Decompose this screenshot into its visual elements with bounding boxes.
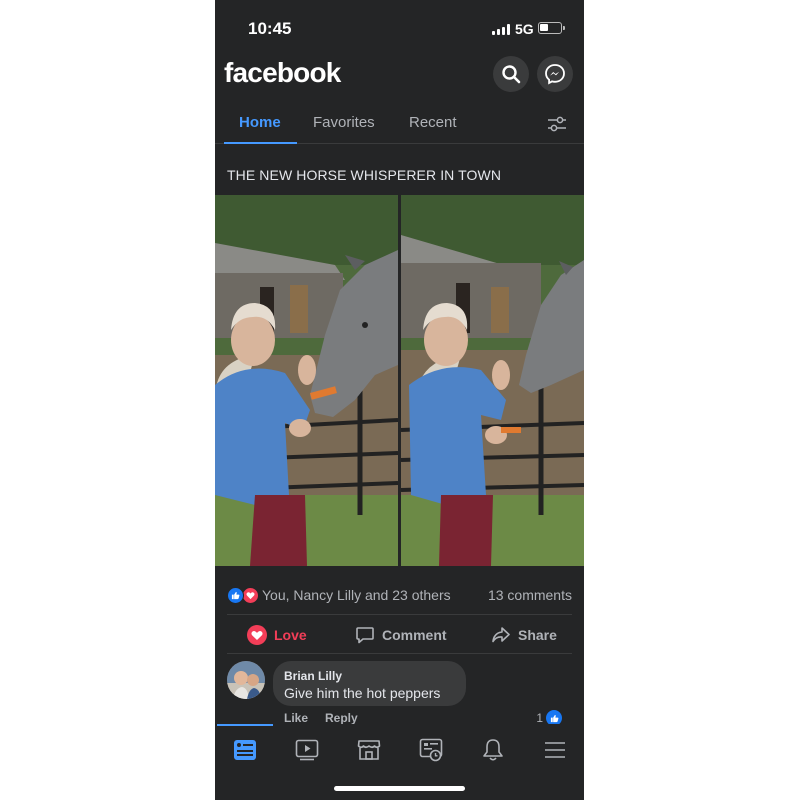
status-time: 10:45 — [248, 19, 292, 38]
like-reaction-icon — [227, 587, 244, 604]
nav-video[interactable] — [294, 738, 320, 762]
horse-photo-image — [401, 195, 584, 566]
love-button[interactable]: Love — [247, 624, 307, 646]
share-label: Share — [518, 627, 557, 643]
post-photo-2[interactable] — [401, 195, 584, 566]
love-icon — [247, 625, 267, 645]
active-nav-indicator — [217, 724, 273, 726]
divider — [227, 614, 572, 615]
comment-reply-link[interactable]: Reply — [325, 711, 358, 725]
comment-bubble[interactable]: Brian Lilly Give him the hot peppers — [273, 661, 466, 706]
network-label: 5G — [515, 21, 534, 37]
tab-favorites[interactable]: Favorites — [313, 114, 375, 131]
facebook-logo: facebook — [224, 57, 341, 88]
share-button[interactable]: Share — [491, 624, 557, 646]
battery-icon — [538, 22, 562, 34]
search-icon — [502, 65, 521, 84]
signal-icon — [492, 24, 510, 35]
share-icon — [492, 627, 510, 643]
messenger-button[interactable] — [537, 56, 573, 92]
comment-like-count: 1 — [536, 711, 543, 725]
nav-menu[interactable] — [542, 738, 568, 762]
status-bar: 10:45 5G — [215, 0, 584, 56]
reaction-summary[interactable]: You, Nancy Lilly and 23 others — [262, 587, 451, 603]
phone-screen: 10:45 5G facebook Home Favorites Recent — [215, 0, 584, 800]
comment-text: Give him the hot peppers — [284, 685, 441, 701]
divider — [227, 653, 572, 654]
filter-icon[interactable] — [545, 112, 569, 136]
comment-author[interactable]: Brian Lilly — [284, 669, 455, 683]
active-tab-indicator — [224, 142, 297, 144]
news-icon — [419, 738, 443, 762]
feed-tabs: Home Favorites Recent — [215, 104, 584, 144]
nav-notifications[interactable] — [480, 738, 506, 762]
home-feed-icon — [234, 740, 256, 760]
comment-like-link[interactable]: Like — [284, 711, 308, 725]
nav-marketplace[interactable] — [356, 738, 382, 762]
love-reaction-icon — [242, 587, 259, 604]
marketplace-icon — [357, 740, 381, 760]
tab-recent[interactable]: Recent — [409, 114, 457, 131]
avatar[interactable] — [227, 661, 265, 699]
comment-icon — [356, 627, 374, 644]
post-photos[interactable] — [215, 195, 584, 566]
love-label: Love — [274, 627, 307, 643]
tab-home[interactable]: Home — [239, 114, 281, 131]
notifications-icon — [483, 739, 503, 761]
post-photo-1[interactable] — [215, 195, 398, 566]
post-text: THE NEW HORSE WHISPERER IN TOWN — [227, 167, 502, 183]
comments-count[interactable]: 13 comments — [488, 587, 572, 603]
messenger-icon — [545, 64, 565, 85]
home-indicator[interactable] — [334, 786, 465, 791]
nav-home[interactable] — [232, 738, 258, 762]
menu-icon — [545, 742, 565, 758]
video-icon — [295, 739, 319, 761]
avatar-image — [227, 661, 265, 699]
comment-button[interactable]: Comment — [355, 624, 447, 646]
horse-photo-image — [215, 195, 398, 566]
search-button[interactable] — [493, 56, 529, 92]
comment-label: Comment — [382, 627, 447, 643]
nav-news[interactable] — [418, 738, 444, 762]
